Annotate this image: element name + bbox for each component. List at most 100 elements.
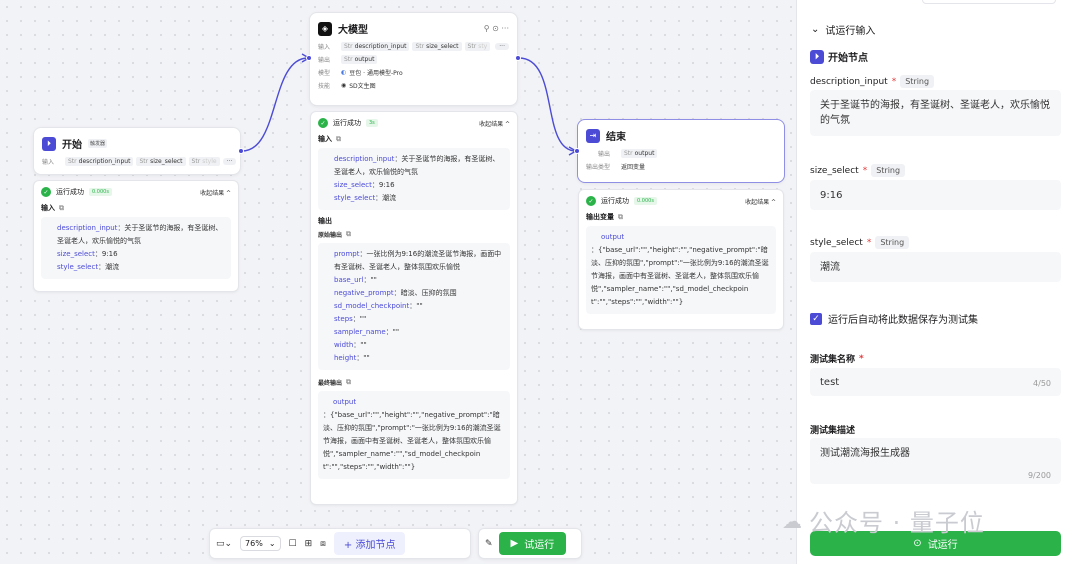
copy-icon[interactable]: ⧉ [346,378,351,387]
start-result: ✓ 运行成功 0.000s 收起结果 ^ 输入 ⧉ description_input：… [33,180,239,292]
llm-node[interactable]: ◈ 大模型 ⚲ ⊙ ··· 输入 Str description_input Str s… [309,12,518,106]
more-button[interactable]: ··· [222,158,237,165]
testset-desc-label: 测试集描述 [810,426,856,436]
final-output-title: 最终输出 [318,380,343,387]
description-input-field[interactable]: 关于圣诞节的海报，有圣诞树、圣诞老人，欢乐愉悦的气氛 [810,90,1061,136]
play-circle-icon: ⊙ [913,538,922,549]
save-testset-checkbox[interactable]: ✓ 运行后自动将此数据保存为测试集 [810,311,978,326]
llm-output-handle[interactable] [515,55,521,61]
copy-icon[interactable]: ⧉ [346,230,351,239]
collapse-result-button[interactable]: 收起结果 ^ [745,197,776,206]
end-input-handle[interactable] [574,148,580,154]
workflow-canvas[interactable]: ⏵ 开始 触发器 输入 Str description_input Str size_s… [0,0,796,564]
start-title: 开始 [62,140,82,151]
copy-icon[interactable]: ⧉ [618,213,623,222]
trigger-badge: 触发器 [88,139,108,148]
node-actions-icon[interactable]: ⚲ ⊙ ··· [484,24,509,33]
end-node[interactable]: ⇥ 结束 输出 Str output 输出类型 返回变量 [577,119,785,183]
skill-name: SD文生图 [349,83,376,90]
var-chip: Str sty [464,42,491,51]
skill-icon: ◉ [341,82,347,89]
output-chip: Str output [341,55,378,64]
final-output-value: output ：{"base_url":"","height":"","negat… [318,391,510,479]
output-label: 输出 [598,151,611,158]
checkbox-checked-icon: ✓ [810,312,822,325]
test-run-button[interactable]: ▶ 试运行 [498,532,567,555]
status-text: 运行成功 [333,119,361,127]
comment-icon[interactable]: ☐ [289,539,297,549]
var-chip: Str style [188,157,220,166]
status-text: 运行成功 [56,188,84,196]
zoom-select[interactable]: 76% ⌄ [240,536,281,551]
field-label: description_input * String [810,75,935,88]
chevron-down-icon: ⌄ [811,24,820,35]
output-type-label: 输出类型 [586,164,611,171]
llm-icon: ◈ [318,21,332,36]
output-type-value: 返回变量 [621,164,646,171]
testset-name-input[interactable]: test 4/50 [810,368,1061,396]
var-chip: Str size_select [412,42,462,51]
run-toolbar: ✎ ▶ 试运行 [478,528,582,559]
start-node-label: ⏵ 开始节点 [810,49,868,64]
copy-icon[interactable]: ⧉ [59,204,64,213]
minimap-button[interactable]: ▭⌄ [216,539,232,549]
time-badge: 0.000s [89,188,112,196]
output-label: 输出 [318,57,331,64]
field-label: style_select * String [810,236,910,249]
wechat-icon: ☁ [782,508,803,533]
output-var-title: 输出变量 [586,213,614,221]
debug-icon[interactable]: ✎ [485,539,493,549]
start-icon: ⏵ [810,49,824,64]
char-count: 4/50 [1033,379,1051,388]
model-icon: ◐ [341,69,347,76]
add-node-button[interactable]: + 添加节点 [333,532,406,555]
panel-header[interactable]: ⌄ 试运行输入 [811,22,875,37]
input-section-title: 输入 [41,204,55,212]
time-badge: 0.000s [634,197,657,205]
var-chip: Str description_input [65,157,134,166]
panel-top-control[interactable] [922,0,1056,4]
end-icon: ⇥ [586,128,600,143]
size-select-field[interactable]: 9:16 [810,180,1061,210]
input-section-title: 输入 [318,135,332,143]
watermark: ☁ 公众号 · 量子位 [782,508,985,538]
chevron-down-icon: ⌄ [268,539,276,548]
success-icon: ✓ [318,118,328,128]
output-var-value: output ：{"base_url":"","height":"","negat… [586,226,776,314]
llm-input-handle[interactable] [306,55,312,61]
fit-icon[interactable]: ⧈ [320,539,326,549]
start-output-handle[interactable] [238,148,244,154]
end-result: ✓ 运行成功 0.000s 收起结果 ^ 输出变量 ⧉ output ：{"base_ur… [578,189,784,330]
style-select-field[interactable]: 潮流 [810,252,1061,282]
field-label: size_select * String [810,164,906,177]
output-section-title: 输出 [318,217,332,225]
input-values: description_input：关于圣诞节的海报，有圣诞树、圣诞老人，欢乐愉… [41,217,231,279]
more-button[interactable]: ··· [495,43,509,50]
var-chip: Str size_select [136,157,186,166]
status-text: 运行成功 [601,197,629,205]
input-values: description_input：关于圣诞节的海报，有圣诞树、圣诞老人，欢乐愉… [318,148,510,210]
play-icon: ▶ [510,538,519,549]
success-icon: ✓ [586,196,596,206]
end-title: 结束 [606,132,626,143]
raw-output-title: 原始输出 [318,232,343,239]
collapse-result-button[interactable]: 收起结果 ^ [479,119,510,128]
layout-icon[interactable]: ⊞ [305,539,313,549]
llm-title: 大模型 [338,25,368,36]
start-node[interactable]: ⏵ 开始 触发器 输入 Str description_input Str size_s… [33,127,241,175]
collapse-result-button[interactable]: 收起结果 ^ [200,188,231,197]
var-chip: Str description_input [341,42,410,51]
copy-icon[interactable]: ⧉ [336,135,341,144]
success-icon: ✓ [41,187,51,197]
testset-name-label: 测试集名称 * [810,353,864,366]
input-label: 输入 [42,159,55,166]
char-count: 9/200 [1027,471,1051,480]
test-run-panel: ⌄ 试运行输入 ⏵ 开始节点 description_input * String 关于… [796,0,1080,564]
skill-label: 技能 [318,83,331,90]
model-name: 豆包 · 通用模型-Pro [349,70,403,77]
testset-desc-input[interactable]: 测试潮流海报生成器 9/200 [810,438,1061,484]
time-badge: 3s [366,119,378,127]
output-chip: Str output [621,149,658,158]
canvas-toolbar: ▭⌄ 76% ⌄ ☐ ⊞ ⧈ + 添加节点 [209,528,471,559]
llm-result: ✓ 运行成功 3s 收起结果 ^ 输入 ⧉ description_input：关于圣诞… [310,111,518,505]
